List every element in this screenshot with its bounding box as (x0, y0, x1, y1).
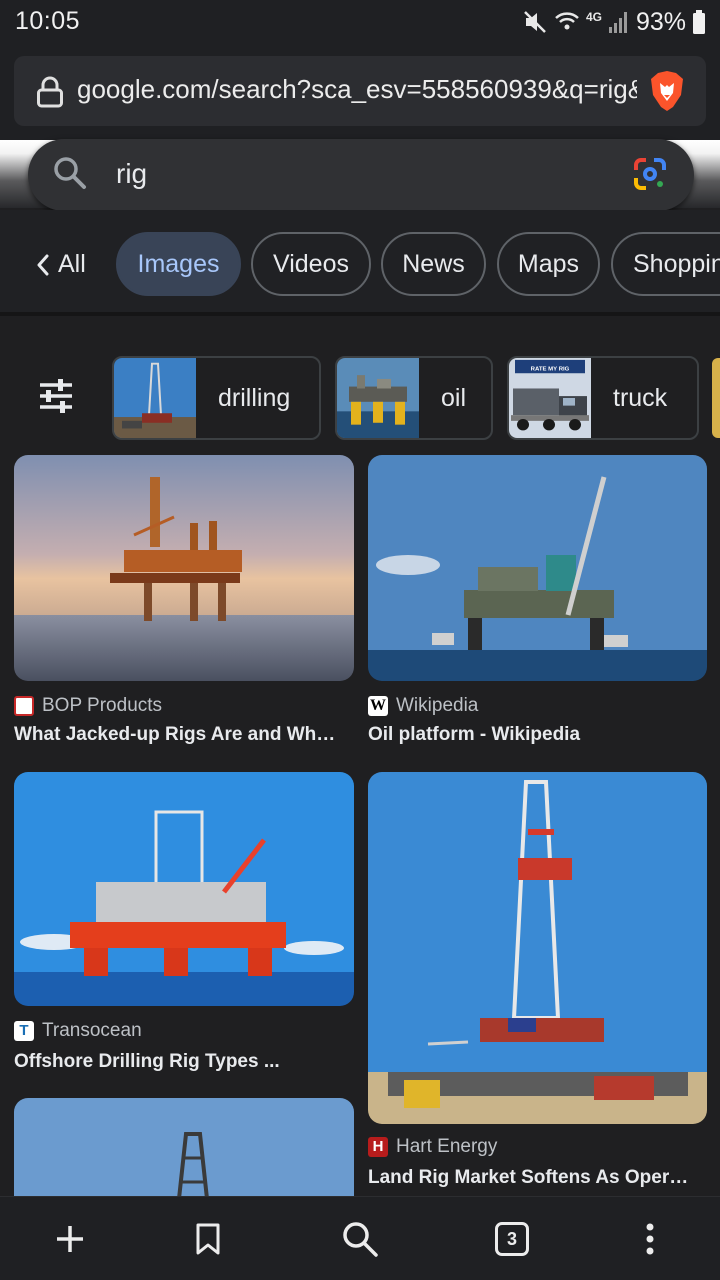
lock-icon[interactable] (36, 76, 64, 108)
status-bar: 10:05 4G 93% (0, 0, 720, 44)
search-box[interactable]: rig (28, 139, 694, 211)
search-icon[interactable] (52, 155, 88, 191)
result-image-partial-rig[interactable] (14, 1098, 354, 1196)
search-nav-button[interactable] (338, 1217, 382, 1261)
image-result[interactable] (14, 1098, 354, 1196)
tab-shopping[interactable]: Shopping (611, 232, 720, 296)
result-source: T Transocean (14, 1020, 142, 1042)
status-time: 10:05 (15, 7, 81, 35)
image-result[interactable]: T Transocean Offshore Drilling Rig Types… (14, 772, 354, 1082)
filter-label-truck: truck (613, 383, 668, 412)
hart-energy-favicon: H (368, 1137, 388, 1157)
tab-all-label: All (58, 250, 86, 278)
result-image-semisubmersible[interactable] (14, 772, 354, 1006)
truck-thumb-banner: RATE MY RIG (531, 366, 570, 372)
tune-filter-icon[interactable] (38, 379, 74, 413)
result-image-land-rig[interactable] (368, 772, 707, 1124)
filter-thumb-truck: RATE MY RIG (509, 358, 591, 438)
bottom-navigation: 3 (0, 1196, 720, 1280)
bookmarks-button[interactable] (186, 1217, 230, 1261)
result-image-jackup-rig[interactable] (14, 455, 354, 681)
result-source: H Hart Energy (368, 1136, 497, 1158)
chevron-left-icon (37, 254, 49, 275)
filter-chip-partial[interactable] (712, 358, 720, 438)
tab-videos[interactable]: Videos (251, 232, 371, 296)
tab-images[interactable]: Images (116, 232, 241, 296)
filter-label-drilling: drilling (218, 383, 291, 412)
result-source-name: Wikipedia (396, 695, 479, 716)
result-source: BOP Products (14, 695, 162, 717)
tab-maps[interactable]: Maps (497, 232, 600, 296)
bookmark-icon (196, 1223, 220, 1255)
tabs-icon: 3 (495, 1222, 529, 1256)
more-menu-icon (646, 1223, 654, 1255)
image-result[interactable]: W Wikipedia Oil platform - Wikipedia (368, 455, 707, 755)
google-lens-icon[interactable] (632, 156, 668, 192)
bop-products-favicon (14, 696, 34, 716)
result-title[interactable]: Offshore Drilling Rig Types ... (14, 1051, 344, 1073)
image-result[interactable]: H Hart Energy Land Rig Market Softens As… (368, 772, 707, 1192)
result-source-name: Hart Energy (396, 1136, 498, 1157)
tab-news[interactable]: News (381, 232, 486, 296)
image-result[interactable]: BOP Products What Jacked-up Rigs Are and… (14, 455, 354, 755)
filter-label-oil: oil (441, 383, 467, 412)
filter-thumb-drilling (114, 358, 196, 438)
status-icons: 4G 93% (522, 6, 706, 38)
filter-chip-oil[interactable]: oil (335, 356, 493, 440)
result-source-name: Transocean (42, 1020, 142, 1041)
filter-row: drilling oil RATE MY RIG truck (0, 316, 720, 452)
result-source: W Wikipedia (368, 695, 478, 717)
battery-icon (693, 10, 705, 34)
url-text[interactable]: google.com/search?sca_esv=558560939&q=ri… (77, 74, 637, 105)
brave-lion-icon[interactable] (648, 69, 686, 113)
result-title[interactable]: What Jacked-up Rigs Are and Whe… (14, 724, 344, 746)
more-menu-button[interactable] (628, 1217, 672, 1261)
tab-all-back[interactable]: All (36, 250, 86, 279)
search-query[interactable]: rig (116, 158, 147, 190)
search-icon (343, 1222, 378, 1257)
result-source-name: BOP Products (42, 695, 163, 716)
new-tab-plus-icon (57, 1226, 83, 1252)
transocean-favicon: T (14, 1021, 34, 1041)
wifi-calling-icon (555, 12, 579, 30)
mute-icon (524, 11, 546, 33)
battery-percent: 93% (635, 7, 686, 36)
tabs-button[interactable]: 3 (490, 1217, 534, 1261)
search-tabs: All Images Videos News Maps Shopping (0, 210, 720, 316)
result-title[interactable]: Oil platform - Wikipedia (368, 724, 698, 746)
result-image-oil-platform[interactable] (368, 455, 707, 681)
filter-chip-truck[interactable]: RATE MY RIG truck (507, 356, 699, 440)
address-bar[interactable]: google.com/search?sca_esv=558560939&q=ri… (14, 56, 706, 126)
signal-icon (608, 12, 627, 33)
new-tab-button[interactable] (48, 1217, 92, 1261)
filter-chip-drilling[interactable]: drilling (112, 356, 321, 440)
filter-thumb-oil (337, 358, 419, 438)
wikipedia-favicon: W (368, 696, 388, 716)
browser-toolbar: google.com/search?sca_esv=558560939&q=ri… (0, 44, 720, 140)
network-type-label: 4G (585, 10, 602, 24)
result-title[interactable]: Land Rig Market Softens As Opera… (368, 1167, 698, 1189)
tab-shopping-label: Shopping (633, 249, 720, 278)
